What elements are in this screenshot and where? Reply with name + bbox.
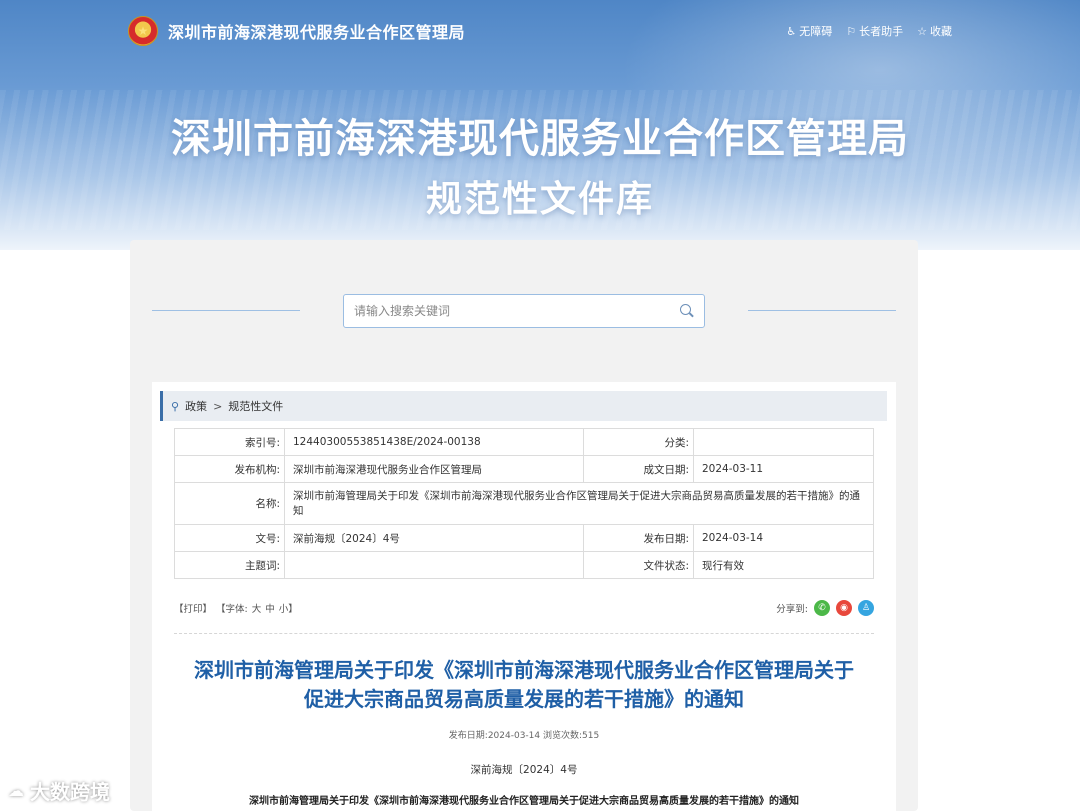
- search-divider-left: [152, 310, 300, 311]
- document-info-table: 索引号: 12440300553851438E/2024-00138 分类: 发…: [174, 428, 874, 579]
- search-icon[interactable]: [680, 304, 694, 318]
- doc-number-label: 文号:: [174, 524, 285, 552]
- category-label: 分类:: [583, 428, 694, 456]
- keywords-label: 主题词:: [174, 551, 285, 579]
- font-medium-button[interactable]: 中: [265, 601, 275, 615]
- favorite-button[interactable]: ☆ 收藏: [917, 23, 952, 39]
- print-font-tools: 【打印】 【字体: 大 中 小】: [174, 601, 298, 615]
- info-row: 发布机构: 深圳市前海深港现代服务业合作区管理局 成文日期: 2024-03-1…: [174, 455, 874, 483]
- publish-date-label: 发布日期:: [583, 524, 694, 552]
- issuer-label: 发布机构:: [174, 455, 285, 483]
- favorite-label: 收藏: [930, 25, 952, 38]
- breadcrumb: ⚲ 政策 > 规范性文件: [160, 391, 887, 421]
- qq-share-icon[interactable]: ♙: [858, 600, 874, 616]
- category-value: [693, 428, 874, 456]
- breadcrumb-separator: >: [213, 399, 223, 413]
- search-input[interactable]: [354, 304, 680, 318]
- document-meta: 发布日期:2024-03-14 浏览次数:515: [448, 731, 600, 741]
- site-name[interactable]: 深圳市前海深港现代服务业合作区管理局: [168, 19, 465, 43]
- publish-date-value: 2024-03-14: [693, 524, 874, 552]
- accessibility-label: 无障碍: [799, 25, 833, 38]
- index-label: 索引号:: [174, 428, 285, 456]
- breadcrumb-item-policy[interactable]: 政策: [185, 398, 207, 414]
- info-row: 名称: 深圳市前海管理局关于印发《深圳市前海深港现代服务业合作区管理局关于促进大…: [174, 482, 874, 525]
- national-emblem-icon: ★: [128, 16, 158, 46]
- elder-assist-label: 长者助手: [859, 25, 904, 38]
- top-tools: ♿ 无障碍 ⚐ 长者助手 ☆ 收藏: [786, 23, 952, 39]
- location-pin-icon: ⚲: [171, 399, 180, 413]
- top-bar: ★ 深圳市前海深港现代服务业合作区管理局 ♿ 无障碍 ⚐ 长者助手 ☆ 收藏: [128, 14, 952, 48]
- star-icon: ☆: [917, 24, 927, 38]
- watermark: ☁ 大数跨境: [8, 776, 110, 805]
- print-button[interactable]: 【打印】: [174, 601, 212, 615]
- main-panel: ⚲ 政策 > 规范性文件 索引号: 12440300553851438E/202…: [130, 240, 918, 811]
- file-status-value: 现行有效: [693, 551, 874, 579]
- document-number: 深前海规〔2024〕4号: [470, 764, 578, 776]
- font-large-button[interactable]: 大: [252, 601, 262, 615]
- issuer-value: 深圳市前海深港现代服务业合作区管理局: [284, 455, 584, 483]
- doc-number-value: 深前海规〔2024〕4号: [284, 524, 584, 552]
- dashed-divider: [174, 633, 874, 634]
- name-value: 深圳市前海管理局关于印发《深圳市前海深港现代服务业合作区管理局关于促进大宗商品贸…: [284, 482, 874, 525]
- font-small-button[interactable]: 小】: [279, 601, 298, 615]
- search-divider-right: [748, 310, 896, 311]
- page-subtitle: 规范性文件库: [425, 179, 654, 220]
- file-status-label: 文件状态:: [583, 551, 694, 579]
- document-toolbar: 【打印】 【字体: 大 中 小】 分享到: ✆ ◉ ♙: [174, 598, 874, 618]
- page-title: 深圳市前海深港现代服务业合作区管理局: [171, 116, 909, 162]
- info-row: 主题词: 文件状态: 现行有效: [174, 551, 874, 579]
- document-title: 深圳市前海管理局关于印发《深圳市前海深港现代服务业合作区管理局关于 促进大宗商品…: [174, 656, 874, 714]
- document-body-heading: 深圳市前海管理局关于印发《深圳市前海深港现代服务业合作区管理局关于促进大宗商品贸…: [249, 796, 799, 807]
- elder-assist-button[interactable]: ⚐ 长者助手: [846, 23, 903, 39]
- document-title-line-1: 深圳市前海管理局关于印发《深圳市前海深港现代服务业合作区管理局关于: [194, 658, 854, 682]
- accessibility-button[interactable]: ♿ 无障碍: [786, 23, 832, 39]
- share-bar: 分享到: ✆ ◉ ♙: [776, 600, 874, 616]
- document-card: ⚲ 政策 > 规范性文件 索引号: 12440300553851438E/202…: [152, 382, 896, 811]
- accessibility-icon: ♿: [786, 24, 797, 38]
- watermark-logo-icon: ☁: [8, 781, 24, 800]
- index-value: 12440300553851438E/2024-00138: [284, 428, 584, 456]
- font-size-label: 【字体:: [216, 604, 248, 615]
- created-date-label: 成文日期:: [583, 455, 694, 483]
- info-row: 文号: 深前海规〔2024〕4号 发布日期: 2024-03-14: [174, 524, 874, 552]
- watermark-text: 大数跨境: [30, 780, 110, 804]
- info-row: 索引号: 12440300553851438E/2024-00138 分类:: [174, 428, 874, 456]
- breadcrumb-item-normative-docs[interactable]: 规范性文件: [228, 398, 283, 414]
- keywords-value: [284, 551, 584, 579]
- name-label: 名称:: [174, 482, 285, 525]
- search-row: [152, 294, 896, 328]
- document-title-line-2: 促进大宗商品贸易高质量发展的若干措施》的通知: [304, 687, 744, 711]
- created-date-value: 2024-03-11: [693, 455, 874, 483]
- search-box: [343, 294, 705, 328]
- share-label: 分享到:: [776, 604, 808, 615]
- weibo-share-icon[interactable]: ◉: [836, 600, 852, 616]
- elder-assist-icon: ⚐: [846, 24, 857, 38]
- wechat-share-icon[interactable]: ✆: [814, 600, 830, 616]
